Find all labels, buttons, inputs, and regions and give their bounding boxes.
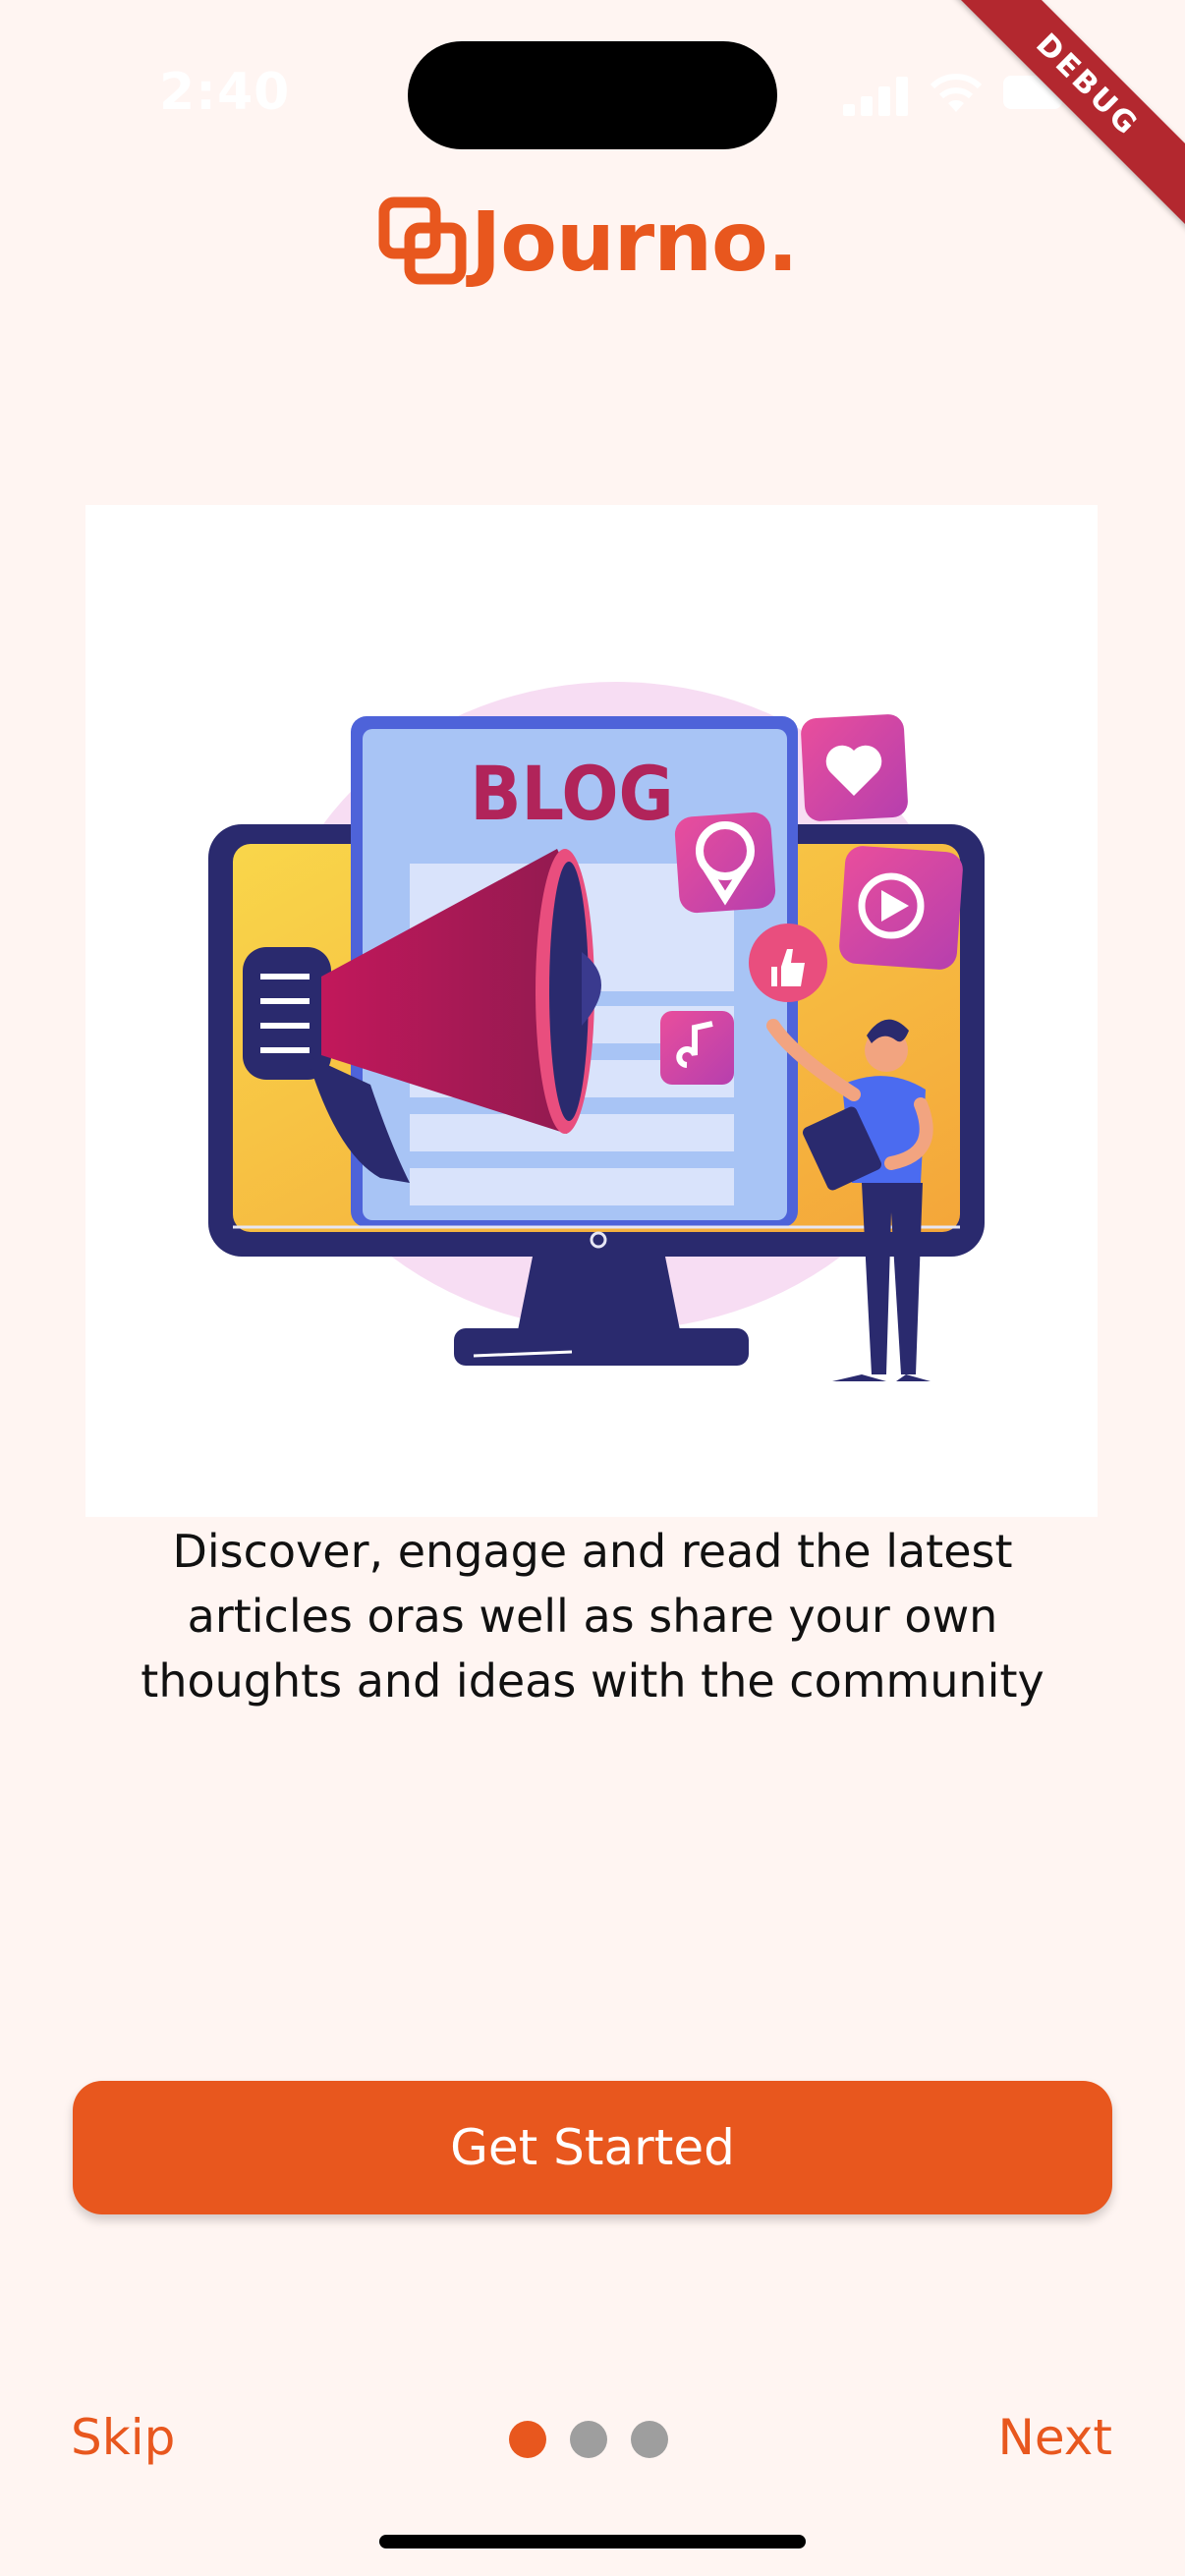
journo-logo-icon: [378, 196, 467, 285]
skip-button[interactable]: Skip: [71, 2409, 175, 2466]
status-time: 2:40: [159, 63, 291, 122]
next-button[interactable]: Next: [998, 2409, 1112, 2466]
onboarding-illustration: BLOG: [85, 505, 1098, 1517]
onboarding-nav: Skip Next: [0, 2397, 1185, 2486]
brand-name: Journo.: [471, 194, 799, 290]
page-dot-3[interactable]: [631, 2421, 668, 2458]
home-indicator: [379, 2535, 806, 2548]
dynamic-island: [408, 41, 777, 149]
brand-logo: Journo.: [378, 193, 811, 291]
page-dot-1[interactable]: [509, 2421, 546, 2458]
cellular-signal-icon: [843, 77, 908, 116]
blog-label: BLOG: [470, 750, 673, 837]
onboarding-description: Discover, engage and read the latest art…: [141, 1525, 1044, 1708]
page-dot-2[interactable]: [570, 2421, 607, 2458]
blog-marketing-illustration: BLOG: [208, 682, 985, 1381]
wifi-icon: [930, 74, 983, 112]
page-indicator: [509, 2421, 668, 2458]
get-started-button[interactable]: Get Started: [73, 2081, 1112, 2214]
